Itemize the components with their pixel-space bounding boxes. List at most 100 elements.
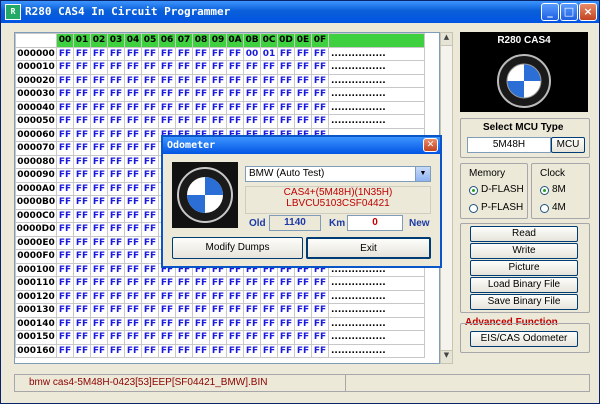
hex-cell[interactable]: FF: [90, 114, 108, 129]
hex-cell[interactable]: FF: [56, 343, 74, 358]
hex-cell[interactable]: FF: [107, 343, 125, 358]
load-binary-button[interactable]: Load Binary File: [470, 277, 578, 293]
hex-cell[interactable]: FF: [209, 343, 227, 358]
hex-cell[interactable]: FF: [277, 316, 295, 331]
hex-cell[interactable]: FF: [141, 276, 159, 291]
hex-cell[interactable]: FF: [277, 100, 295, 115]
hex-cell[interactable]: FF: [311, 330, 329, 345]
hex-cell[interactable]: FF: [124, 87, 142, 102]
hex-cell[interactable]: FF: [243, 330, 261, 345]
hex-cell[interactable]: FF: [56, 208, 74, 223]
hex-cell[interactable]: FF: [209, 316, 227, 331]
hex-cell[interactable]: FF: [260, 60, 278, 75]
hex-cell[interactable]: FF: [141, 60, 159, 75]
scroll-up-icon[interactable]: ▲: [441, 33, 452, 46]
hex-cell[interactable]: FF: [90, 46, 108, 61]
hex-cell[interactable]: FF: [209, 114, 227, 129]
hex-cell[interactable]: FF: [107, 46, 125, 61]
hex-cell[interactable]: FF: [56, 100, 74, 115]
hex-cell[interactable]: FF: [311, 87, 329, 102]
hex-cell[interactable]: FF: [192, 73, 210, 88]
hex-cell[interactable]: FF: [124, 222, 142, 237]
hex-cell[interactable]: FF: [107, 154, 125, 169]
mcu-field[interactable]: 5M48H: [467, 137, 551, 153]
hex-cell[interactable]: FF: [158, 100, 176, 115]
hex-cell[interactable]: FF: [209, 46, 227, 61]
hex-cell[interactable]: FF: [243, 73, 261, 88]
hex-cell[interactable]: FF: [124, 343, 142, 358]
hex-cell[interactable]: FF: [158, 46, 176, 61]
hex-cell[interactable]: FF: [294, 289, 312, 304]
hex-cell[interactable]: FF: [124, 73, 142, 88]
hex-cell[interactable]: FF: [124, 127, 142, 142]
hex-cell[interactable]: FF: [226, 316, 244, 331]
hex-cell[interactable]: FF: [124, 114, 142, 129]
hex-cell[interactable]: FF: [226, 343, 244, 358]
hex-cell[interactable]: FF: [141, 235, 159, 250]
hex-cell[interactable]: FF: [311, 289, 329, 304]
hex-cell[interactable]: FF: [73, 249, 91, 264]
clock-4m-radio[interactable]: [540, 204, 549, 213]
hex-cell[interactable]: 01: [260, 46, 278, 61]
hex-cell[interactable]: FF: [73, 222, 91, 237]
hex-cell[interactable]: FF: [90, 262, 108, 277]
hex-cell[interactable]: FF: [73, 127, 91, 142]
hex-cell[interactable]: FF: [141, 181, 159, 196]
hex-cell[interactable]: FF: [158, 114, 176, 129]
hex-cell[interactable]: FF: [294, 343, 312, 358]
hex-cell[interactable]: FF: [243, 87, 261, 102]
hex-cell[interactable]: FF: [56, 195, 74, 210]
hex-cell[interactable]: FF: [107, 168, 125, 183]
hex-cell[interactable]: FF: [90, 73, 108, 88]
hex-cell[interactable]: FF: [107, 222, 125, 237]
hex-cell[interactable]: FF: [90, 127, 108, 142]
hex-cell[interactable]: FF: [260, 316, 278, 331]
clock-8m-radio[interactable]: [540, 186, 549, 195]
hex-cell[interactable]: FF: [226, 303, 244, 318]
hex-cell[interactable]: FF: [124, 60, 142, 75]
modify-dumps-button[interactable]: Modify Dumps: [172, 237, 303, 259]
hex-cell[interactable]: FF: [124, 303, 142, 318]
hex-cell[interactable]: FF: [141, 222, 159, 237]
hex-cell[interactable]: FF: [73, 60, 91, 75]
memory-pflash-radio[interactable]: [469, 204, 478, 213]
new-value-input[interactable]: 0: [347, 215, 403, 231]
vehicle-select[interactable]: BMW (Auto Test) ▼: [245, 166, 431, 182]
hex-cell[interactable]: FF: [73, 73, 91, 88]
chevron-down-icon[interactable]: ▼: [415, 167, 430, 181]
hex-cell[interactable]: FF: [294, 276, 312, 291]
hex-cell[interactable]: FF: [56, 181, 74, 196]
hex-cell[interactable]: FF: [141, 141, 159, 156]
hex-cell[interactable]: FF: [56, 235, 74, 250]
hex-cell[interactable]: FF: [192, 60, 210, 75]
hex-cell[interactable]: FF: [107, 303, 125, 318]
hex-cell[interactable]: FF: [260, 276, 278, 291]
hex-cell[interactable]: FF: [73, 303, 91, 318]
hex-cell[interactable]: FF: [141, 87, 159, 102]
hex-cell[interactable]: FF: [73, 343, 91, 358]
hex-cell[interactable]: FF: [141, 343, 159, 358]
hex-cell[interactable]: FF: [90, 316, 108, 331]
hex-cell[interactable]: FF: [107, 195, 125, 210]
hex-cell[interactable]: FF: [175, 330, 193, 345]
hex-cell[interactable]: FF: [141, 154, 159, 169]
hex-cell[interactable]: FF: [226, 289, 244, 304]
hex-cell[interactable]: FF: [73, 289, 91, 304]
hex-cell[interactable]: FF: [56, 46, 74, 61]
hex-cell[interactable]: FF: [56, 262, 74, 277]
hex-cell[interactable]: FF: [107, 87, 125, 102]
hex-cell[interactable]: FF: [90, 181, 108, 196]
hex-cell[interactable]: FF: [260, 100, 278, 115]
exit-button[interactable]: Exit: [306, 237, 431, 259]
hex-cell[interactable]: FF: [209, 330, 227, 345]
hex-cell[interactable]: FF: [294, 46, 312, 61]
hex-cell[interactable]: FF: [56, 127, 74, 142]
hex-cell[interactable]: FF: [124, 100, 142, 115]
hex-cell[interactable]: FF: [56, 276, 74, 291]
hex-cell[interactable]: FF: [260, 303, 278, 318]
hex-cell[interactable]: FF: [260, 87, 278, 102]
hex-cell[interactable]: FF: [175, 100, 193, 115]
hex-cell[interactable]: FF: [90, 195, 108, 210]
hex-cell[interactable]: FF: [158, 73, 176, 88]
hex-cell[interactable]: FF: [141, 168, 159, 183]
